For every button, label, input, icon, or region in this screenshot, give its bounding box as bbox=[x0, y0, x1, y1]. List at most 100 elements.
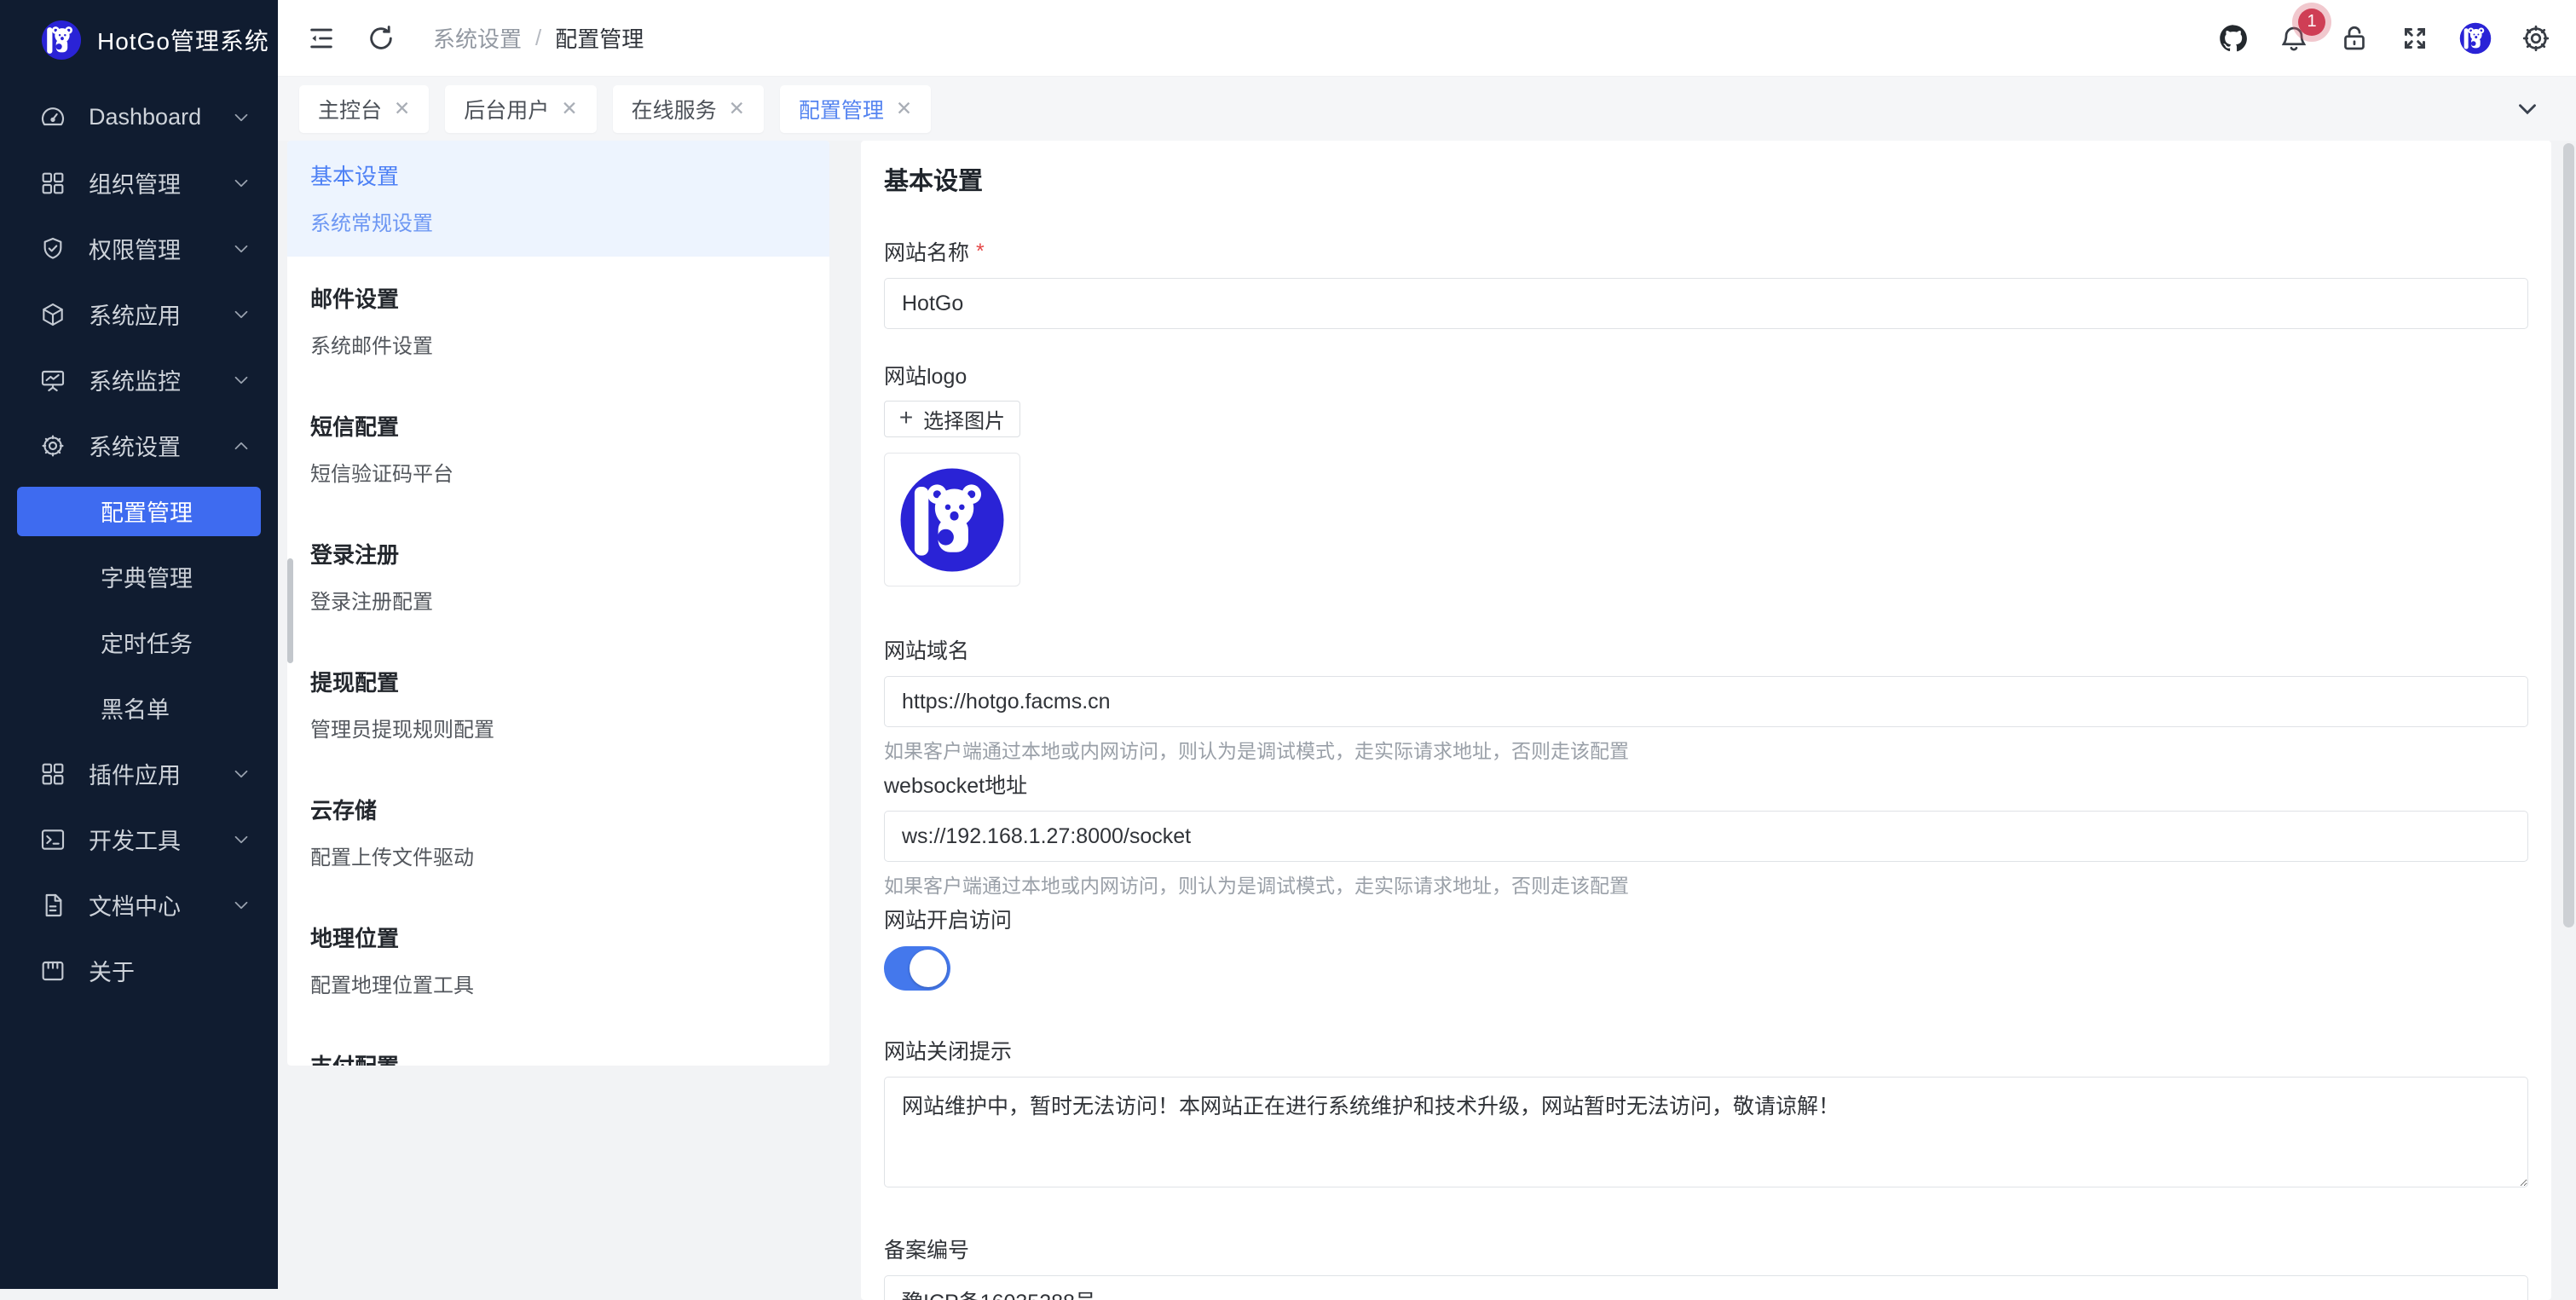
monitor-icon bbox=[39, 367, 66, 394]
tab-在线服务[interactable]: 在线服务✕ bbox=[613, 85, 764, 133]
settings-menu-panel: 基本设置系统常规设置邮件设置系统邮件设置短信配置短信验证码平台登录注册登录注册配… bbox=[287, 141, 829, 1066]
sidebar-item-插件应用[interactable]: 插件应用 bbox=[0, 741, 278, 806]
site-logo-label: 网站logo bbox=[884, 360, 2528, 390]
chevron-down-icon bbox=[230, 303, 252, 326]
sidebar-item-开发工具[interactable]: 开发工具 bbox=[0, 806, 278, 872]
frame-icon bbox=[39, 957, 66, 985]
settings-gear-icon[interactable] bbox=[2520, 22, 2552, 55]
lock-icon[interactable] bbox=[2338, 22, 2371, 55]
koala-logo-image bbox=[898, 466, 1006, 574]
sidebar-item-系统设置[interactable]: 系统设置 bbox=[0, 413, 278, 478]
plugin-grid-icon bbox=[39, 760, 66, 788]
sidebar-item-系统监控[interactable]: 系统监控 bbox=[0, 347, 278, 413]
sidebar-item-label: Dashboard bbox=[89, 104, 230, 130]
settings-menu-item-地理位置[interactable]: 地理位置配置地理位置工具 bbox=[287, 896, 829, 1024]
sidebar-subitem-配置管理[interactable]: 配置管理 bbox=[0, 478, 278, 544]
site-name-input[interactable] bbox=[884, 278, 2528, 329]
active-pill: 配置管理 bbox=[17, 487, 261, 536]
breadcrumb: 系统设置 / 配置管理 bbox=[433, 22, 644, 54]
site-name-label: 网站名称 * bbox=[884, 236, 2528, 267]
sidebar: HotGo管理系统 Dashboard 组织管理权限管理系统应用系统监控系统设置配… bbox=[0, 0, 278, 1289]
chevron-down-icon bbox=[230, 238, 252, 260]
basic-settings-form: 基本设置 网站名称 * 网站logo + 选择图片 网站域名 如果客户端通过本地… bbox=[861, 141, 2551, 1300]
required-asterisk: * bbox=[976, 240, 985, 264]
shield-check-icon bbox=[39, 235, 66, 263]
koala-logo-image bbox=[41, 20, 82, 61]
sidebar-item-Dashboard[interactable]: Dashboard bbox=[0, 84, 278, 150]
sidebar-menu: Dashboard 组织管理权限管理系统应用系统监控系统设置配置管理字典管理定时任… bbox=[0, 84, 278, 1003]
chevron-down-icon bbox=[230, 829, 252, 851]
notification-badge: 1 bbox=[2298, 9, 2325, 36]
icp-input[interactable] bbox=[884, 1275, 2528, 1300]
settings-menu-item-提现配置[interactable]: 提现配置管理员提现规则配置 bbox=[287, 640, 829, 768]
tab-主控台[interactable]: 主控台✕ bbox=[299, 85, 429, 133]
chevron-down-icon bbox=[230, 763, 252, 785]
sidebar-item-关于[interactable]: 关于 bbox=[0, 938, 278, 1003]
settings-menu-item-云存储[interactable]: 云存储配置上传文件驱动 bbox=[287, 768, 829, 896]
sidebar-item-label: 插件应用 bbox=[89, 757, 230, 790]
sidebar-subitem-字典管理[interactable]: 字典管理 bbox=[0, 544, 278, 610]
refresh-icon[interactable] bbox=[367, 24, 396, 53]
chevron-down-icon bbox=[230, 894, 252, 916]
sidebar-subitem-定时任务[interactable]: 定时任务 bbox=[0, 610, 278, 675]
koala-logo-image bbox=[2459, 22, 2492, 55]
collapse-menu-icon[interactable] bbox=[307, 24, 336, 53]
tabs: 主控台✕ 后台用户✕ 在线服务✕ 配置管理✕ bbox=[299, 85, 931, 133]
org-grid-icon bbox=[39, 170, 66, 197]
site-domain-help: 如果客户端通过本地或内网访问，则认为是调试模式，走实际请求地址，否则走该配置 bbox=[884, 735, 2528, 764]
tab-close-icon[interactable]: ✕ bbox=[561, 99, 577, 118]
tab-close-icon[interactable]: ✕ bbox=[729, 99, 745, 118]
settings-menu-item-支付配置[interactable]: 支付配置支付宝/微信/QQ支付配置等 bbox=[287, 1024, 829, 1066]
site-domain-label: 网站域名 bbox=[884, 634, 2528, 665]
site-domain-input[interactable] bbox=[884, 676, 2528, 727]
tab-close-icon[interactable]: ✕ bbox=[394, 99, 410, 118]
sidebar-item-系统应用[interactable]: 系统应用 bbox=[0, 281, 278, 347]
sidebar-item-label: 组织管理 bbox=[89, 166, 230, 199]
settings-menu-item-短信配置[interactable]: 短信配置短信验证码平台 bbox=[287, 384, 829, 512]
sidebar-subitem-黑名单[interactable]: 黑名单 bbox=[0, 675, 278, 741]
breadcrumb-current[interactable]: 配置管理 bbox=[555, 22, 644, 54]
sidebar-item-label: 系统监控 bbox=[89, 363, 230, 396]
settings-menu-item-登录注册[interactable]: 登录注册登录注册配置 bbox=[287, 512, 829, 640]
gear-icon bbox=[39, 432, 66, 459]
toggle-knob bbox=[910, 950, 947, 987]
sidebar-item-label: 文档中心 bbox=[89, 888, 230, 922]
chevron-down-icon bbox=[230, 369, 252, 391]
websocket-input[interactable] bbox=[884, 811, 2528, 862]
topbar-actions: 1 bbox=[2217, 22, 2552, 55]
site-logo-thumbnail[interactable] bbox=[884, 453, 1020, 586]
site-open-toggle[interactable] bbox=[884, 946, 950, 991]
settings-menu-item-基本设置[interactable]: 基本设置系统常规设置 bbox=[287, 141, 829, 257]
sidebar-item-文档中心[interactable]: 文档中心 bbox=[0, 872, 278, 938]
choose-image-button[interactable]: + 选择图片 bbox=[884, 401, 1020, 437]
panel-scrollbar-thumb[interactable] bbox=[287, 558, 293, 663]
dashboard-icon bbox=[39, 104, 66, 131]
tab-close-icon[interactable]: ✕ bbox=[896, 99, 912, 118]
settings-menu-item-邮件设置[interactable]: 邮件设置系统邮件设置 bbox=[287, 257, 829, 384]
breadcrumb-parent[interactable]: 系统设置 bbox=[433, 22, 522, 54]
github-icon[interactable] bbox=[2217, 22, 2250, 55]
tabs-chevron-down-icon[interactable] bbox=[2513, 95, 2542, 124]
app-logo-row[interactable]: HotGo管理系统 bbox=[0, 0, 278, 78]
koala-logo-icon bbox=[41, 20, 82, 61]
sidebar-item-label: 开发工具 bbox=[89, 823, 230, 856]
site-open-label: 网站开启访问 bbox=[884, 904, 2528, 934]
sidebar-item-权限管理[interactable]: 权限管理 bbox=[0, 216, 278, 281]
sidebar-item-label: 系统应用 bbox=[89, 298, 230, 331]
terminal-icon bbox=[39, 826, 66, 853]
close-tip-textarea[interactable]: 网站维护中，暂时无法访问！本网站正在进行系统维护和技术升级，网站暂时无法访问，敬… bbox=[884, 1077, 2528, 1187]
tab-配置管理[interactable]: 配置管理✕ bbox=[780, 85, 931, 133]
notification-bell-icon[interactable]: 1 bbox=[2278, 22, 2310, 55]
chevron-down-icon bbox=[230, 172, 252, 194]
sidebar-item-组织管理[interactable]: 组织管理 bbox=[0, 150, 278, 216]
user-avatar[interactable] bbox=[2459, 22, 2492, 55]
sidebar-item-label: 关于 bbox=[89, 954, 252, 987]
page-scrollbar-thumb[interactable] bbox=[2563, 143, 2574, 927]
tab-后台用户[interactable]: 后台用户✕ bbox=[445, 85, 596, 133]
document-icon bbox=[39, 892, 66, 919]
close-tip-label: 网站关闭提示 bbox=[884, 1035, 2528, 1066]
topbar: 系统设置 / 配置管理 1 bbox=[278, 0, 2576, 77]
breadcrumb-separator: / bbox=[535, 25, 541, 51]
cube-icon bbox=[39, 301, 66, 328]
fullscreen-icon[interactable] bbox=[2399, 22, 2431, 55]
